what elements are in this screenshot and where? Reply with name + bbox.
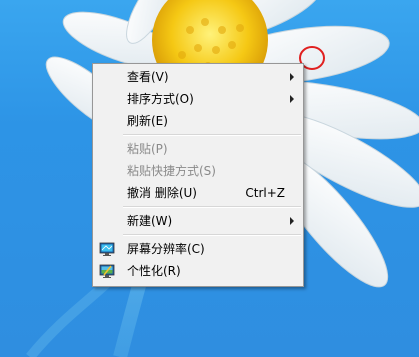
menu-item-personalize[interactable]: 个性化(R)	[93, 260, 303, 282]
menu-item-new[interactable]: 新建(W)	[93, 210, 303, 232]
menu-item-screen-resolution[interactable]: 屏幕分辨率(C)	[93, 238, 303, 260]
menu-item-label: 个性化(R)	[127, 264, 181, 278]
menu-item-label: 撤消 删除(U)	[127, 186, 197, 200]
submenu-arrow-icon	[290, 95, 294, 103]
menu-item-view[interactable]: 查看(V)	[93, 66, 303, 88]
menu-separator	[123, 206, 301, 208]
menu-item-label: 新建(W)	[127, 214, 173, 228]
menu-item-paste: 粘贴(P)	[93, 138, 303, 160]
menu-separator	[123, 134, 301, 136]
personalize-icon	[99, 264, 115, 278]
menu-item-label: 查看(V)	[127, 70, 169, 84]
submenu-arrow-icon	[290, 73, 294, 81]
menu-separator	[123, 234, 301, 236]
desktop[interactable]: 查看(V) 排序方式(O) 刷新(E) 粘贴(P) 粘贴快捷方式(S) 撤消 删…	[0, 0, 419, 357]
menu-item-label: 粘贴快捷方式(S)	[127, 164, 216, 178]
menu-item-paste-shortcut: 粘贴快捷方式(S)	[93, 160, 303, 182]
menu-item-refresh[interactable]: 刷新(E)	[93, 110, 303, 132]
menu-item-shortcut: Ctrl+Z	[245, 186, 285, 200]
menu-item-label: 刷新(E)	[127, 114, 168, 128]
menu-item-label: 粘贴(P)	[127, 142, 168, 156]
menu-item-sort-by[interactable]: 排序方式(O)	[93, 88, 303, 110]
submenu-arrow-icon	[290, 217, 294, 225]
monitor-icon	[99, 242, 115, 256]
menu-item-label: 排序方式(O)	[127, 92, 194, 106]
desktop-context-menu: 查看(V) 排序方式(O) 刷新(E) 粘贴(P) 粘贴快捷方式(S) 撤消 删…	[92, 63, 304, 287]
menu-item-label: 屏幕分辨率(C)	[127, 242, 205, 256]
menu-item-undo-delete[interactable]: 撤消 删除(U) Ctrl+Z	[93, 182, 303, 204]
